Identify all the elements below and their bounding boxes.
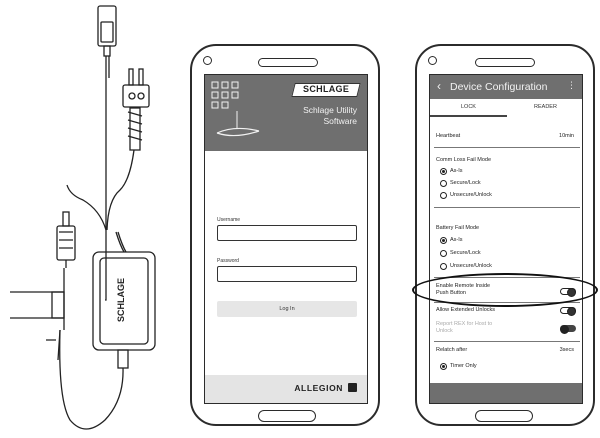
login-phone: SCHLAGE Schlage Utility Software Usernam… (190, 44, 380, 426)
password-label: Password (217, 258, 239, 264)
battery-fail-radio-as-is[interactable] (440, 237, 447, 244)
comm-loss-option-label: Unsecure/Unlock (450, 192, 492, 198)
overflow-menu-icon[interactable]: ⋮ (567, 80, 576, 91)
app-title-line2: Software (323, 116, 357, 126)
username-label: Username (217, 217, 241, 223)
relatch-label: Relatch after (436, 347, 468, 353)
front-camera (428, 56, 437, 65)
schlage-logo: SCHLAGE (291, 83, 361, 97)
allegion-mark-icon (348, 383, 357, 392)
report-rex-label: Report REX for Host to Unlock (436, 321, 493, 334)
divider (434, 147, 580, 148)
battery-fail-option-label: Unsecure/Unlock (450, 263, 492, 269)
extended-unlocks-toggle[interactable] (560, 307, 576, 316)
interface-box-label: SCHLAGE (116, 278, 126, 323)
login-button[interactable]: Log In (217, 301, 357, 317)
tab-bar: LOCK READER (430, 99, 582, 117)
app-title-line1: Schlage Utility (303, 105, 357, 115)
login-screen: SCHLAGE Schlage Utility Software Usernam… (204, 74, 368, 404)
battery-fail-label: Battery Fail Mode (436, 225, 480, 231)
comm-loss-option-label: As-Is (450, 168, 463, 174)
comm-loss-radio-as-is[interactable] (440, 168, 447, 175)
comm-loss-radio-unsecure[interactable] (440, 192, 447, 199)
username-input[interactable] (217, 225, 357, 241)
config-footer (430, 383, 582, 403)
lever-handle-icon (216, 111, 260, 137)
front-camera (203, 56, 212, 65)
login-footer: ALLEGION (205, 375, 367, 403)
divider (434, 341, 580, 342)
report-rex-toggle[interactable] (560, 325, 576, 334)
relatch-value[interactable]: 3secs (560, 347, 574, 353)
earpiece-speaker (475, 58, 535, 67)
back-chevron-icon[interactable]: ‹ (437, 79, 441, 93)
programming-cable-illustration (10, 5, 156, 430)
home-button[interactable] (258, 410, 316, 422)
timer-only-radio[interactable] (440, 363, 447, 370)
password-input[interactable] (217, 266, 357, 282)
app-title: Schlage Utility Software (303, 105, 357, 127)
config-screen: ‹ Device Configuration ⋮ LOCK READER Hea… (429, 74, 583, 404)
home-button[interactable] (475, 410, 533, 422)
comm-loss-label: Comm Loss Fail Mode (436, 157, 492, 163)
app-grid-icon (211, 81, 239, 109)
battery-fail-radio-secure[interactable] (440, 250, 447, 257)
pin-plug (122, 84, 150, 108)
config-header: ‹ Device Configuration ⋮ (430, 75, 582, 99)
earpiece-speaker (258, 58, 318, 67)
heartbeat-value[interactable]: 10min (559, 133, 574, 139)
login-header: SCHLAGE Schlage Utility Software (205, 75, 367, 151)
timer-only-label: Timer Only (450, 363, 477, 369)
battery-fail-option-label: Secure/Lock (450, 250, 481, 256)
tab-lock[interactable]: LOCK (430, 99, 507, 117)
comm-loss-radio-secure[interactable] (440, 180, 447, 187)
divider (434, 207, 580, 208)
highlight-ellipse (412, 273, 598, 307)
heartbeat-label: Heartbeat (436, 133, 461, 139)
battery-fail-radio-unsecure[interactable] (440, 263, 447, 270)
comm-loss-option-label: Secure/Lock (450, 180, 481, 186)
extended-unlocks-label: Allow Extended Unlocks (436, 307, 496, 313)
battery-fail-option-label: As-Is (450, 237, 463, 243)
allegion-logo: ALLEGION (294, 383, 357, 393)
tab-reader[interactable]: READER (507, 99, 582, 117)
page-title: Device Configuration (450, 81, 548, 93)
config-phone: ‹ Device Configuration ⋮ LOCK READER Hea… (415, 44, 595, 426)
